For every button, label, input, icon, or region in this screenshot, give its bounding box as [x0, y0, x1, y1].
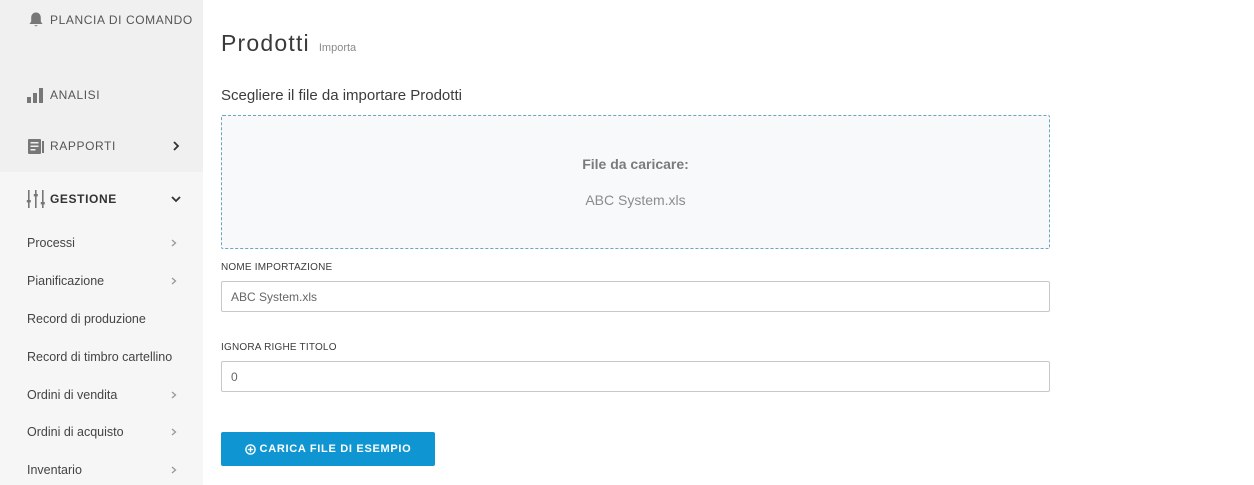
chevron-down-icon	[169, 192, 183, 206]
sidebar-subitem-processi[interactable]: Processi	[0, 231, 203, 255]
chevron-right-icon	[169, 427, 179, 437]
sidebar-item-gestione[interactable]: GESTIONE	[0, 180, 203, 218]
sidebar-item-label: PLANCIA DI COMANDO	[50, 13, 193, 27]
import-name-label: NOME IMPORTAZIONE	[221, 262, 333, 273]
sidebar-subitem-inventario[interactable]: Inventario	[0, 458, 203, 482]
sidebar-subitem-label: Inventario	[27, 463, 82, 477]
upload-sample-button[interactable]: CARICA FILE DI ESEMPIO	[221, 432, 435, 466]
plus-circle-icon	[244, 443, 256, 455]
sidebar-subitem-record-produzione[interactable]: Record di produzione	[0, 307, 203, 331]
page-header: Prodotti Importa	[221, 30, 356, 57]
dropzone-file-name: ABC System.xls	[585, 192, 686, 208]
ignore-rows-label: IGNORA RIGHE TITOLO	[221, 342, 337, 353]
sidebar-subitem-label: Record di produzione	[27, 312, 146, 326]
sliders-icon	[26, 189, 46, 209]
bell-icon	[26, 10, 46, 30]
sidebar-item-dashboard[interactable]: PLANCIA DI COMANDO	[0, 10, 203, 54]
sidebar-subitem-pianificazione[interactable]: Pianificazione	[0, 269, 203, 293]
report-icon	[26, 136, 46, 156]
sidebar-subitem-ordini-vendita[interactable]: Ordini di vendita	[0, 383, 203, 407]
chevron-right-icon	[169, 276, 179, 286]
sidebar-item-label: GESTIONE	[50, 192, 117, 206]
import-name-input[interactable]	[221, 281, 1050, 312]
sidebar-subitem-label: Processi	[27, 236, 75, 250]
sidebar-subitem-label: Ordini di vendita	[27, 388, 118, 402]
sidebar-subitem-label: Pianificazione	[27, 274, 105, 288]
section-title: Scegliere il file da importare Prodotti	[221, 87, 462, 104]
sidebar-item-rapporti[interactable]: RAPPORTI	[0, 130, 203, 162]
chevron-right-icon	[169, 465, 179, 475]
bar-chart-icon	[26, 85, 46, 105]
chevron-right-icon	[169, 390, 179, 400]
sidebar-subitem-record-timbro[interactable]: Record di timbro cartellino	[0, 345, 203, 369]
sidebar-item-label: ANALISI	[50, 88, 101, 102]
sidebar-subitem-ordini-acquisto[interactable]: Ordini di acquisto	[0, 420, 203, 444]
sidebar-subitem-label: Ordini di acquisto	[27, 425, 124, 439]
ignore-rows-input[interactable]	[221, 361, 1050, 392]
upload-button-label: CARICA FILE DI ESEMPIO	[259, 443, 412, 455]
chevron-right-icon	[169, 238, 179, 248]
chevron-right-icon	[169, 139, 183, 153]
file-dropzone[interactable]: File da caricare: ABC System.xls	[221, 115, 1050, 249]
sidebar-item-analisi[interactable]: ANALISI	[0, 79, 203, 111]
page-subtitle: Importa	[318, 42, 357, 54]
sidebar-item-label: RAPPORTI	[50, 139, 116, 153]
page-title: Prodotti	[221, 30, 310, 56]
sidebar-subitem-label: Record di timbro cartellino	[27, 350, 173, 364]
dropzone-label: File da caricare:	[582, 156, 689, 172]
sidebar: PLANCIA DI COMANDO ANALISI RAPPORTI GEST…	[0, 0, 203, 485]
